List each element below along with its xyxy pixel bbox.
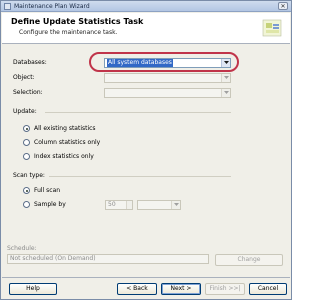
sample-value-stepper[interactable]: 50 bbox=[105, 200, 133, 210]
wizard-app-icon bbox=[4, 3, 11, 10]
scan-type-divider bbox=[49, 176, 231, 177]
scan-type-section-label: Scan type: bbox=[13, 172, 45, 179]
next-button[interactable]: Next > bbox=[161, 283, 201, 295]
back-button[interactable]: < Back bbox=[117, 283, 157, 295]
wizard-window: Maintenance Plan Wizard ✕ Define Update … bbox=[0, 0, 292, 300]
radio-sample-by[interactable] bbox=[23, 201, 30, 208]
radio-index-statistics-only[interactable] bbox=[23, 153, 30, 160]
radio-full-scan[interactable] bbox=[23, 187, 30, 194]
annotation-highlight-ring bbox=[89, 52, 239, 72]
option-all-existing-statistics: All existing statistics bbox=[34, 125, 96, 132]
update-divider bbox=[45, 112, 231, 113]
option-full-scan: Full scan bbox=[34, 187, 61, 194]
databases-label: Databases: bbox=[13, 59, 47, 66]
chevron-down-icon bbox=[221, 74, 230, 82]
stepper-arrows-icon bbox=[126, 201, 132, 209]
page-subtitle: Configure the maintenance task. bbox=[19, 29, 118, 36]
object-label: Object: bbox=[13, 74, 35, 81]
wizard-logo-icon bbox=[262, 19, 282, 37]
schedule-value: Not scheduled (On Demand) bbox=[10, 255, 96, 262]
chevron-down-icon bbox=[171, 201, 180, 209]
sample-unit-dropdown[interactable] bbox=[137, 200, 181, 210]
change-schedule-button[interactable]: Change bbox=[215, 254, 283, 266]
schedule-field: Not scheduled (On Demand) bbox=[7, 254, 209, 264]
cancel-button[interactable]: Cancel bbox=[249, 283, 287, 295]
wizard-header: Define Update Statistics Task Configure … bbox=[2, 13, 290, 44]
title-bar: Maintenance Plan Wizard ✕ bbox=[1, 1, 291, 12]
option-column-statistics-only: Column statistics only bbox=[34, 139, 101, 146]
selection-dropdown[interactable] bbox=[104, 88, 231, 98]
finish-button[interactable]: Finish >>| bbox=[205, 283, 245, 295]
schedule-label: Schedule: bbox=[7, 245, 37, 252]
chevron-down-icon bbox=[221, 89, 230, 97]
radio-column-statistics-only[interactable] bbox=[23, 139, 30, 146]
sample-value: 50 bbox=[108, 201, 116, 208]
radio-all-existing-statistics[interactable] bbox=[23, 125, 30, 132]
help-button[interactable]: Help bbox=[9, 283, 57, 295]
object-dropdown[interactable] bbox=[104, 73, 231, 83]
page-title: Define Update Statistics Task bbox=[11, 17, 144, 26]
update-section-label: Update: bbox=[13, 108, 37, 115]
option-sample-by: Sample by bbox=[34, 201, 66, 208]
option-index-statistics-only: Index statistics only bbox=[34, 153, 94, 160]
footer-divider bbox=[2, 277, 290, 278]
window-title: Maintenance Plan Wizard bbox=[14, 3, 90, 10]
close-button[interactable]: ✕ bbox=[278, 2, 288, 10]
selection-label: Selection: bbox=[13, 89, 43, 96]
